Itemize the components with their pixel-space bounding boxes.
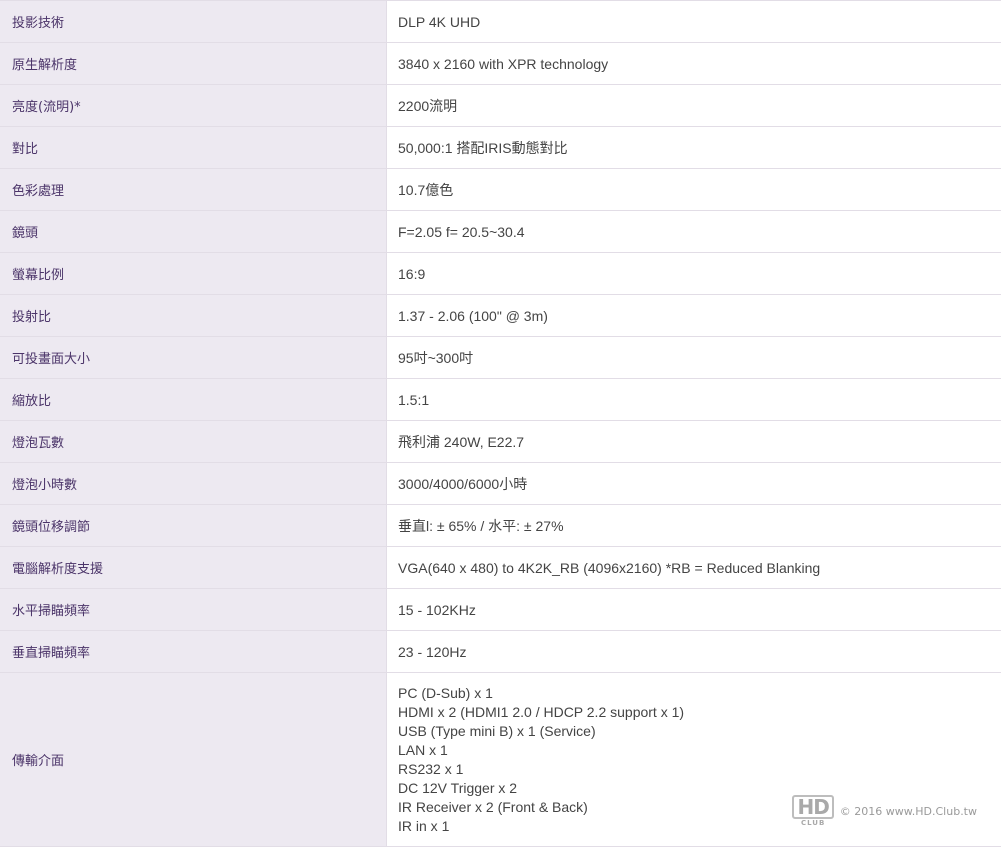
spec-table: 投影技術 DLP 4K UHD 原生解析度 3840 x 2160 with XPR… [0, 0, 1001, 847]
spec-label: 對比 [0, 126, 387, 169]
spec-label: 亮度(流明)* [0, 84, 387, 127]
logo-sub-text: CLUB [800, 819, 826, 827]
interface-line: HDMI x 2 (HDMI1 2.0 / HDCP 2.2 support x… [398, 703, 685, 720]
spec-row: 燈泡小時數 3000/4000/6000小時 [0, 462, 1001, 505]
spec-value: 95吋~300吋 [386, 336, 1001, 379]
spec-value: 23 - 120Hz [386, 630, 1001, 673]
spec-value: 16:9 [386, 252, 1001, 295]
spec-table-body: 投影技術 DLP 4K UHD 原生解析度 3840 x 2160 with XPR… [0, 0, 1001, 847]
spec-label: 色彩處理 [0, 168, 387, 211]
spec-label: 原生解析度 [0, 42, 387, 85]
spec-label: 可投畫面大小 [0, 336, 387, 379]
spec-value: 1.5:1 [386, 378, 1001, 421]
spec-label: 螢幕比例 [0, 252, 387, 295]
spec-row: 可投畫面大小 95吋~300吋 [0, 336, 1001, 379]
spec-label: 投影技術 [0, 0, 387, 43]
spec-label: 燈泡瓦數 [0, 420, 387, 463]
interface-line: RS232 x 1 [398, 760, 464, 777]
spec-row: 對比 50,000:1 搭配IRIS動態對比 [0, 126, 1001, 169]
spec-value: 10.7億色 [386, 168, 1001, 211]
spec-label: 電腦解析度支援 [0, 546, 387, 589]
spec-label: 鏡頭 [0, 210, 387, 253]
interface-label: 傳輸介面 [0, 672, 387, 847]
spec-value: F=2.05 f= 20.5~30.4 [386, 210, 1001, 253]
spec-value: 3840 x 2160 with XPR technology [386, 42, 1001, 85]
spec-value: 50,000:1 搭配IRIS動態對比 [386, 126, 1001, 169]
spec-value: 3000/4000/6000小時 [386, 462, 1001, 505]
spec-value: DLP 4K UHD [386, 0, 1001, 43]
spec-row: 水平掃瞄頻率 15 - 102KHz [0, 588, 1001, 631]
spec-label: 燈泡小時數 [0, 462, 387, 505]
spec-value: 15 - 102KHz [386, 588, 1001, 631]
spec-row: 燈泡瓦數 飛利浦 240W, E22.7 [0, 420, 1001, 463]
spec-label: 縮放比 [0, 378, 387, 421]
spec-row: 投影技術 DLP 4K UHD [0, 0, 1001, 43]
spec-row: 色彩處理 10.7億色 [0, 168, 1001, 211]
spec-value: 2200流明 [386, 84, 1001, 127]
spec-value: 垂直l: ± 65% / 水平: ± 27% [386, 504, 1001, 547]
spec-row: 鏡頭 F=2.05 f= 20.5~30.4 [0, 210, 1001, 253]
spec-value: 飛利浦 240W, E22.7 [386, 420, 1001, 463]
spec-row: 亮度(流明)* 2200流明 [0, 84, 1001, 127]
spec-label: 水平掃瞄頻率 [0, 588, 387, 631]
spec-value: 1.37 - 2.06 (100" @ 3m) [386, 294, 1001, 337]
watermark: HD CLUB © 2016 www.HD.Club.tw [792, 795, 977, 827]
spec-label: 投射比 [0, 294, 387, 337]
hdclub-logo: HD CLUB [792, 795, 834, 827]
spec-row: 原生解析度 3840 x 2160 with XPR technology [0, 42, 1001, 85]
spec-label: 垂直掃瞄頻率 [0, 630, 387, 673]
interface-line: USB (Type mini B) x 1 (Service) [398, 722, 596, 739]
interface-line: PC (D-Sub) x 1 [398, 684, 493, 701]
interface-line: LAN x 1 [398, 741, 448, 758]
spec-row: 縮放比 1.5:1 [0, 378, 1001, 421]
spec-row: 投射比 1.37 - 2.06 (100" @ 3m) [0, 294, 1001, 337]
watermark-text: © 2016 www.HD.Club.tw [839, 804, 977, 818]
spec-row: 垂直掃瞄頻率 23 - 120Hz [0, 630, 1001, 673]
spec-row: 鏡頭位移調節 垂直l: ± 65% / 水平: ± 27% [0, 504, 1001, 547]
logo-main-text: HD [792, 795, 834, 819]
spec-row: 螢幕比例 16:9 [0, 252, 1001, 295]
spec-label: 鏡頭位移調節 [0, 504, 387, 547]
spec-row: 電腦解析度支援 VGA(640 x 480) to 4K2K_RB (4096x2… [0, 546, 1001, 589]
spec-value: VGA(640 x 480) to 4K2K_RB (4096x2160) *R… [386, 546, 1001, 589]
